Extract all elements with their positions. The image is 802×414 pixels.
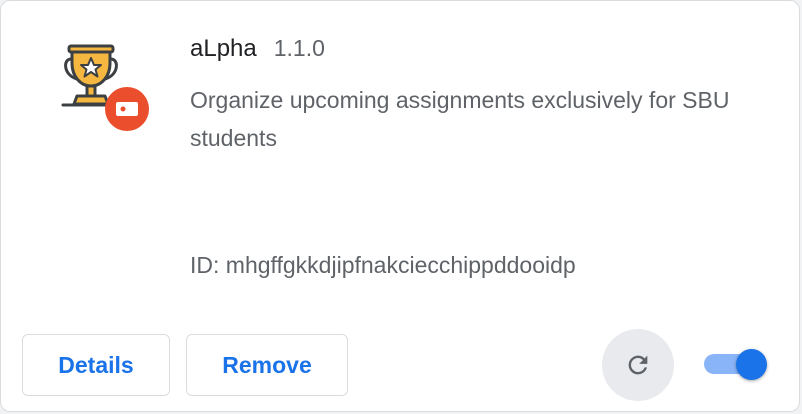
extension-icon [59, 41, 155, 133]
trophy-star-icon [61, 44, 149, 131]
extension-id: ID: mhgffgkkdjipfnakciecchippddooidp [190, 252, 576, 278]
extension-title-row: aLpha 1.1.0 [190, 35, 325, 65]
unpacked-extension-badge-icon [105, 87, 149, 131]
reload-button[interactable] [602, 329, 674, 401]
enable-toggle[interactable] [704, 348, 770, 380]
toggle-knob [736, 349, 767, 380]
reload-icon [628, 355, 648, 375]
details-button[interactable]: Details [22, 334, 170, 396]
extension-version: 1.1.0 [273, 35, 325, 61]
extension-card: aLpha 1.1.0 Organize upcoming assignment… [0, 0, 800, 412]
extension-name: aLpha [190, 35, 257, 62]
remove-button[interactable]: Remove [186, 334, 348, 396]
extension-description: Organize upcoming assignments exclusivel… [190, 87, 730, 151]
